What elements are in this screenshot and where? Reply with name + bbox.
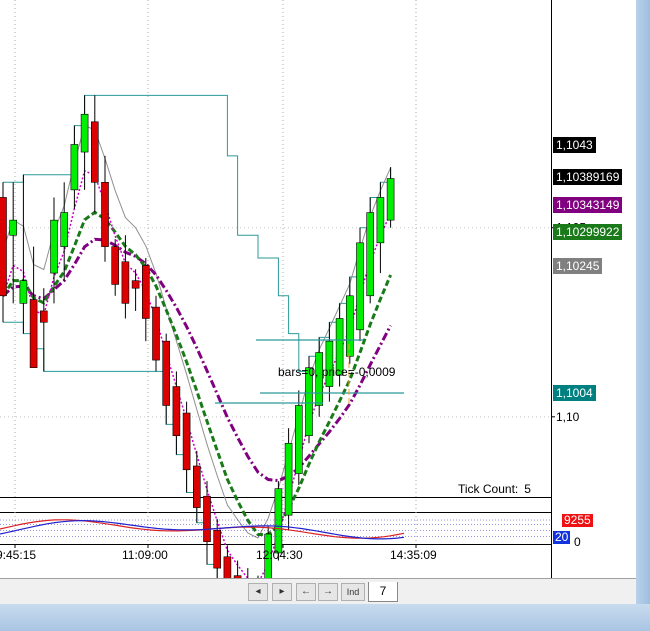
forward-button[interactable]: →	[318, 583, 338, 601]
back-button[interactable]: ←	[296, 583, 316, 601]
window-border-right	[636, 0, 650, 631]
oscillator-value-label: 9255	[562, 513, 593, 527]
price-label-0: 1,1043	[553, 137, 596, 153]
tab-7[interactable]: 7	[368, 582, 398, 602]
candle-body-22	[223, 556, 232, 578]
candle-body-8	[80, 113, 89, 153]
tick-count-label: Tick Count:	[458, 482, 519, 496]
candle-body-3	[29, 299, 38, 368]
oscillator-level-label: 20	[553, 530, 571, 544]
candle-body-14	[142, 265, 150, 319]
scroll-right-button[interactable]: ▸	[272, 583, 292, 601]
candle-body-27	[274, 488, 283, 554]
candle-body-4	[39, 310, 48, 323]
time-label-2: 12:04:30	[256, 548, 303, 562]
candle-body-18	[182, 412, 191, 471]
candle-body-15	[152, 306, 160, 361]
candle-body-6	[60, 212, 69, 247]
price-label-1: 1,10389169	[553, 169, 623, 185]
price-tick-label-1: 1,10	[556, 410, 580, 424]
candle-body-5	[50, 219, 58, 274]
price-label-5: 1,1004	[553, 385, 596, 401]
time-label-0: 9:45:15	[0, 548, 37, 562]
candle-body-16	[162, 340, 170, 406]
candle-body-34	[345, 295, 354, 357]
candle-body-13	[131, 280, 140, 289]
sheet-tab-bar: ◂ ▸ ← → Ind 7	[0, 578, 636, 605]
candle-body-17	[172, 386, 181, 437]
candle-body-21	[213, 529, 221, 569]
measure-annotation: bars=0, price=-0,0009	[278, 365, 396, 379]
candle-body-36	[366, 212, 375, 297]
candle-body-2	[19, 280, 28, 304]
tick-count-readout: Tick Count: 5	[455, 481, 534, 497]
candle-body-32	[325, 340, 334, 387]
time-label-1: 11:09:00	[122, 548, 168, 562]
candle-body-37	[376, 197, 385, 244]
candle-body-11	[111, 246, 119, 285]
candle-body-1	[9, 219, 17, 236]
scroll-left-button[interactable]: ◂	[248, 583, 268, 601]
candle-body-0	[0, 197, 7, 297]
price-label-4: 1,10245	[553, 258, 603, 274]
candle-body-38	[386, 178, 395, 221]
candle-body-19	[193, 465, 201, 508]
window-border-bottom	[0, 604, 650, 631]
osc-blue-line	[0, 519, 405, 540]
candle-body-20	[203, 495, 211, 542]
candle-body-29	[294, 405, 303, 474]
chart-window: 1,1051,10 1,10431,103891691,103431491,10…	[0, 0, 650, 631]
candle-body-10	[101, 182, 109, 247]
price-label-3: 1,10299922	[553, 224, 623, 240]
oscillator-zero-label: 0	[574, 535, 581, 549]
candle-body-35	[356, 242, 364, 331]
add-indicator-button[interactable]: Ind	[341, 583, 365, 601]
candle-body-9	[91, 121, 99, 183]
candle-body-7	[70, 144, 79, 191]
candle-body-28	[284, 442, 293, 516]
price-label-2: 1,10343149	[553, 197, 623, 213]
candle-body-12	[121, 261, 130, 304]
time-label-3: 14:35:09	[390, 548, 437, 562]
price-chart[interactable]: 1,1051,10	[0, 0, 636, 578]
tick-count-value: 5	[524, 482, 531, 496]
